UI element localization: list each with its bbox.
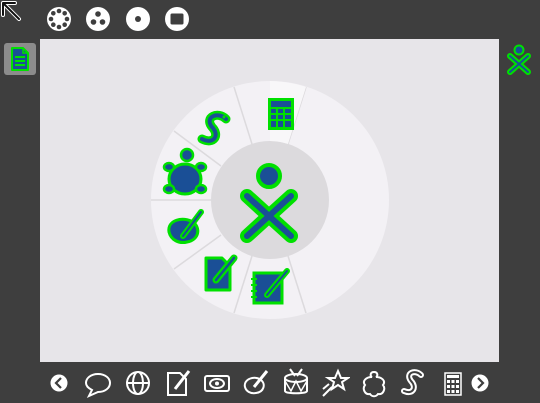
zoom-group-icon[interactable]	[85, 6, 111, 32]
chat-icon[interactable]	[83, 367, 113, 399]
maze-icon[interactable]	[359, 367, 389, 399]
back-arrow-icon[interactable]	[0, 0, 26, 26]
zoom-home-icon[interactable]	[125, 6, 151, 32]
calculate-icon[interactable]	[438, 367, 468, 399]
zoom-activity-icon[interactable]	[164, 6, 190, 32]
sugar-desktop	[0, 0, 540, 403]
top-frame-bar	[0, 0, 540, 38]
tamtam-drum-icon[interactable]	[281, 367, 311, 399]
right-frame-bar	[499, 38, 540, 363]
browse-icon[interactable]	[123, 367, 153, 399]
calculate-activity-icon[interactable]	[268, 98, 294, 130]
ring-center	[211, 141, 329, 259]
pippy-icon[interactable]	[399, 367, 429, 399]
journal-notebook-activity-icon[interactable]	[251, 268, 290, 305]
journal-icon[interactable]	[4, 43, 36, 75]
scroll-left-icon[interactable]	[50, 374, 68, 392]
home-view	[40, 39, 499, 362]
zoom-neighborhood-icon[interactable]	[46, 6, 72, 32]
record-icon[interactable]	[202, 367, 232, 399]
write-icon[interactable]	[163, 367, 193, 399]
bottom-frame-bar	[0, 363, 540, 403]
implode-icon[interactable]	[320, 367, 350, 399]
write-activity-icon[interactable]	[204, 254, 238, 292]
left-frame-bar	[0, 38, 40, 363]
scroll-right-icon[interactable]	[471, 374, 489, 392]
xo-owner-icon[interactable]	[505, 42, 533, 76]
paint-icon[interactable]	[241, 367, 271, 399]
